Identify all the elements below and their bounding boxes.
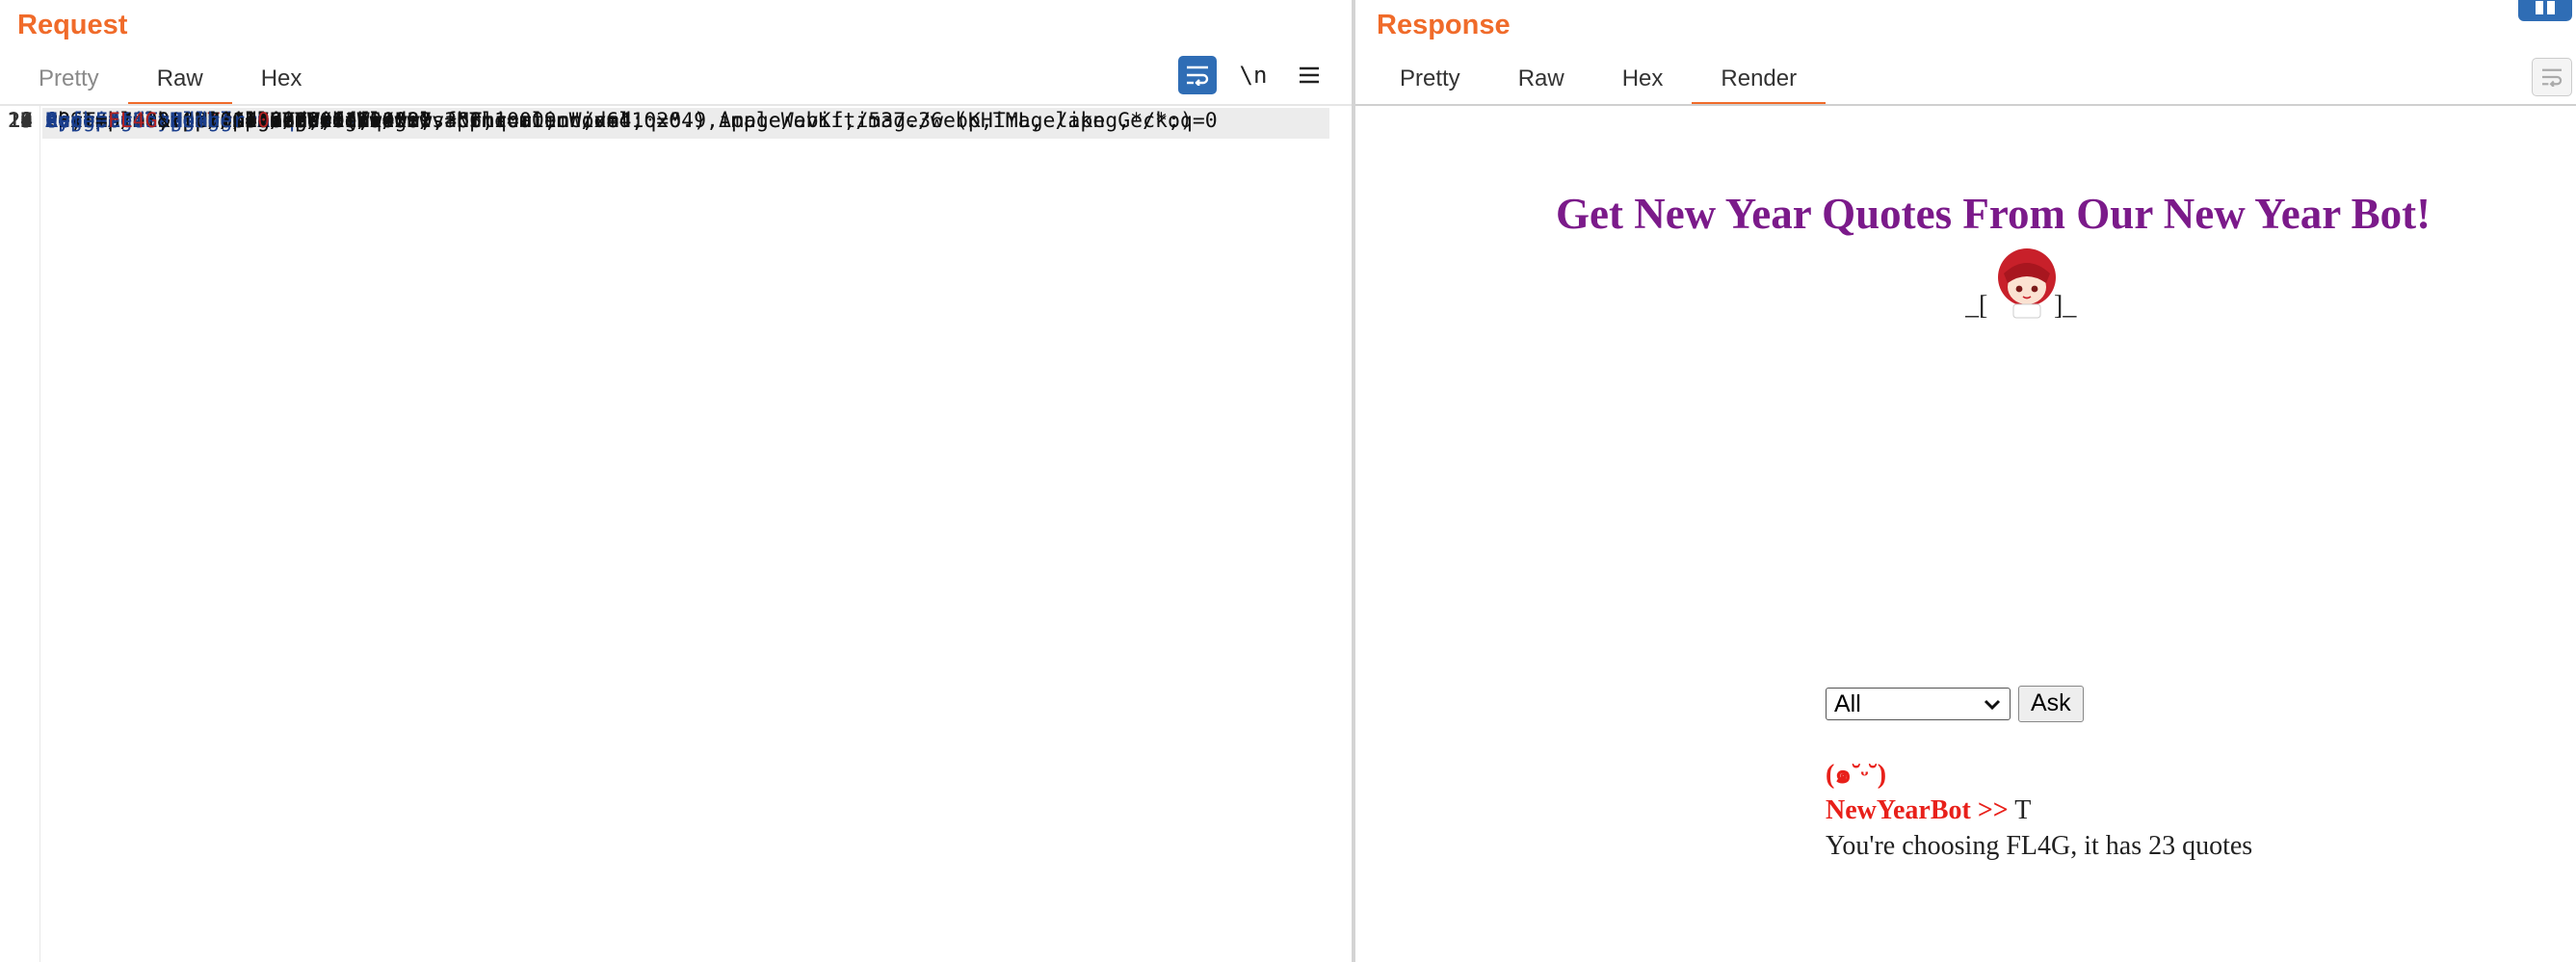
chat-output: (๑˘ᵕ˘) NewYearBot >> T You're choosing F…: [1826, 757, 2252, 864]
response-title: Response: [1377, 10, 1511, 40]
tab-pretty[interactable]: Pretty: [1371, 60, 1489, 106]
tab-render[interactable]: Render: [1692, 60, 1826, 106]
face-right-bracket: ]_: [2054, 291, 2077, 321]
hamburger-menu-icon[interactable]: [1290, 56, 1328, 94]
request-toolbar: \n: [1178, 56, 1328, 94]
response-tabs: Pretty Raw Hex Render: [1371, 60, 1826, 106]
body-param-value: 0: [257, 109, 271, 133]
response-tabs-divider: [1355, 104, 2576, 106]
face-left-bracket: _[: [1965, 291, 1987, 321]
choice-status: You're choosing FL4G, it has 23 quotes: [1826, 831, 2253, 861]
request-panel: Request Pretty Raw Hex \n 1 POST /?debug=…: [0, 0, 1352, 962]
bot-name: NewYearBot >>: [1826, 795, 2009, 825]
equals-sign: =: [94, 109, 108, 133]
tab-hex[interactable]: Hex: [1593, 60, 1693, 106]
line-number-gutter: [39, 106, 40, 962]
line-text: type=FL4G&number=0: [45, 106, 270, 137]
request-tabs: Pretty Raw Hex: [10, 60, 330, 106]
page-heading: Get New Year Quotes From Our New Year Bo…: [1556, 190, 2431, 238]
select-value: All: [1834, 689, 1861, 717]
bot-emote: (๑˘ᵕ˘): [1826, 760, 1887, 790]
tab-raw[interactable]: Raw: [1489, 60, 1593, 106]
tab-hex[interactable]: Hex: [232, 60, 331, 106]
body-param-name: number: [170, 109, 246, 133]
line-number: 22: [8, 109, 33, 133]
bot-avatar: _[ ]_: [1964, 245, 2090, 322]
request-editor[interactable]: 1 POST /?debug=True HTTP/1.1 2 Host: 127.0.…: [0, 106, 1352, 962]
newline-toggle-button[interactable]: \n: [1234, 56, 1273, 94]
tab-pretty[interactable]: Pretty: [10, 60, 128, 106]
tab-raw[interactable]: Raw: [127, 60, 232, 106]
quote-type-select[interactable]: All: [1826, 688, 2011, 720]
ask-button[interactable]: Ask: [2018, 686, 2084, 722]
body-param-name: type: [45, 109, 95, 133]
rendered-page: Get New Year Quotes From Our New Year Bo…: [1355, 108, 2576, 962]
layout-toggle-icon[interactable]: [2518, 0, 2572, 21]
request-title: Request: [17, 10, 128, 40]
bot-reply: T: [2008, 795, 2032, 825]
wrap-lines-icon[interactable]: [2532, 58, 2572, 96]
wrap-lines-icon[interactable]: [1178, 56, 1217, 94]
body-param-value: FL4G: [107, 109, 158, 133]
chevron-down-icon: [1983, 690, 2002, 718]
bot-message: NewYearBot >> T: [1826, 793, 2252, 828]
ampersand: &: [157, 109, 171, 133]
quote-controls: All Ask: [1826, 686, 2084, 722]
response-panel: Response Pretty Raw Hex Render Get New Y…: [1355, 0, 2576, 962]
equals-sign: =: [245, 109, 258, 133]
